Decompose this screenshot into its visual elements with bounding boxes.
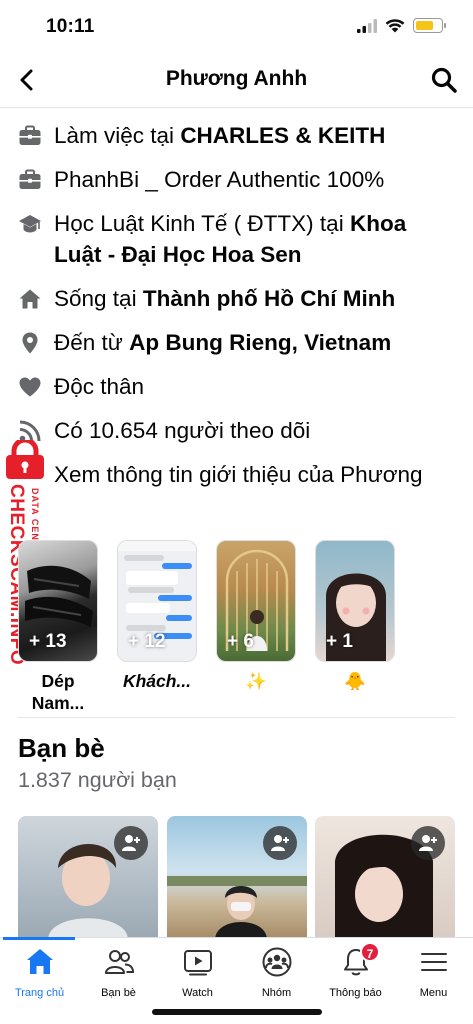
watch-icon xyxy=(183,950,212,976)
education-prefix: Học Luật Kinh Tế ( ĐTTX) tại xyxy=(54,211,350,236)
work-detail-2: PhanhBi _ Order Authentic 100% xyxy=(0,164,473,195)
highlight-label: ✨ xyxy=(245,671,267,691)
friend-card[interactable] xyxy=(315,816,455,940)
highlight-thumbnail[interactable]: + 6 xyxy=(216,540,296,662)
status-time: 10:11 xyxy=(46,16,95,37)
menu-icon xyxy=(420,953,447,971)
tab-groups-label: Nhóm xyxy=(261,987,292,999)
profile-header: Phương Anhh xyxy=(0,52,473,108)
tab-menu-label: Menu xyxy=(419,987,448,999)
status-bar: 10:11 xyxy=(0,0,473,52)
tab-watch[interactable]: Watch xyxy=(158,946,237,999)
tab-watch-label: Watch xyxy=(182,987,213,999)
section-divider xyxy=(18,717,455,718)
work-company[interactable]: CHARLES & KEITH xyxy=(180,123,385,148)
notification-badge: 7 xyxy=(360,942,380,962)
see-about-link[interactable]: Xem thông tin giới thiệu của Phương xyxy=(0,459,473,490)
heart-icon xyxy=(19,377,41,397)
friend-card[interactable] xyxy=(18,816,158,940)
groups-icon xyxy=(262,947,291,977)
highlight-count: + 12 xyxy=(128,631,166,652)
lock-icon xyxy=(6,440,44,479)
hometown-detail: Đến từ Ap Bung Rieng, Vietnam xyxy=(0,327,473,358)
status-icons xyxy=(357,18,446,33)
search-icon[interactable] xyxy=(429,65,459,95)
followers-text: Có 10.654 người theo dõi xyxy=(54,415,310,446)
relationship-text: Độc thân xyxy=(54,371,144,402)
education-detail: Học Luật Kinh Tế ( ĐTTX) tại Khoa Luật -… xyxy=(0,208,473,270)
highlight-item[interactable]: + 1 🐥 xyxy=(315,540,395,692)
see-about-label: Xem thông tin giới thiệu của Phương xyxy=(54,462,423,487)
home-indicator xyxy=(152,1009,322,1015)
friends-section-title: Bạn bè xyxy=(18,733,105,763)
tab-groups[interactable]: Nhóm xyxy=(237,946,316,999)
relationship-label: Độc thân xyxy=(54,374,145,399)
friend-card[interactable] xyxy=(167,816,307,940)
highlight-count: + 13 xyxy=(29,631,67,652)
highlight-item[interactable]: + 12 Khách... xyxy=(117,540,197,692)
residence-text: Sống tại Thành phố Hồ Chí Minh xyxy=(54,283,395,314)
add-friend-button[interactable] xyxy=(114,826,148,860)
tab-friends-label: Bạn bè xyxy=(101,987,136,999)
work-text: Làm việc tại CHARLES & KEITH xyxy=(54,120,385,151)
location-pin-icon xyxy=(22,332,38,354)
hometown-text: Đến từ Ap Bung Rieng, Vietnam xyxy=(54,327,391,358)
battery-level xyxy=(416,21,433,30)
hometown-prefix: Đến từ xyxy=(54,330,130,355)
education-text: Học Luật Kinh Tế ( ĐTTX) tại Khoa Luật -… xyxy=(54,208,459,270)
hometown-place[interactable]: Ap Bung Rieng, Vietnam xyxy=(129,330,391,355)
friends-grid xyxy=(0,816,473,940)
graduation-cap-icon xyxy=(19,215,41,233)
bottom-tab-bar: Trang chủ Bạn bè Watch Nhóm 7 Thông báo … xyxy=(0,937,473,1024)
highlight-item[interactable]: + 13 Dép Nam... xyxy=(18,540,98,714)
work-text-2: PhanhBi _ Order Authentic 100% xyxy=(54,164,384,195)
add-friend-button[interactable] xyxy=(411,826,445,860)
highlight-thumbnail[interactable]: + 13 xyxy=(18,540,98,662)
add-friend-icon xyxy=(122,835,140,851)
highlight-label: Khách... xyxy=(122,671,192,691)
active-tab-indicator xyxy=(3,937,75,940)
briefcase-icon xyxy=(19,125,41,145)
wifi-icon xyxy=(385,19,405,33)
add-friend-icon xyxy=(271,835,289,851)
home-icon xyxy=(19,289,41,309)
relationship-detail: Độc thân xyxy=(0,371,473,402)
highlight-label: Dép Nam... xyxy=(31,671,85,713)
work-2-label: PhanhBi _ Order Authentic 100% xyxy=(54,167,385,192)
add-friend-icon xyxy=(419,835,437,851)
highlight-thumbnail[interactable]: + 12 xyxy=(117,540,197,662)
followers-detail: Có 10.654 người theo dõi xyxy=(0,415,473,446)
tab-home-label: Trang chủ xyxy=(14,987,65,999)
tab-friends[interactable]: Bạn bè xyxy=(79,946,158,999)
highlight-item[interactable]: + 6 ✨ xyxy=(216,540,296,692)
featured-highlights: + 13 Dép Nam... + 12 Khách... + 6 ✨ + 1 … xyxy=(0,540,473,715)
friends-count: 1.837 người bạn xyxy=(18,768,177,792)
highlight-label: 🐥 xyxy=(344,671,366,691)
briefcase-icon xyxy=(19,169,41,189)
residence-city[interactable]: Thành phố Hồ Chí Minh xyxy=(143,286,395,311)
tab-home[interactable]: Trang chủ xyxy=(0,946,79,999)
residence-detail: Sống tại Thành phố Hồ Chí Minh xyxy=(0,283,473,314)
see-about-text[interactable]: Xem thông tin giới thiệu của Phương xyxy=(54,459,423,490)
residence-prefix: Sống tại xyxy=(54,286,143,311)
intro-details: Làm việc tại CHARLES & KEITH PhanhBi _ O… xyxy=(0,120,473,503)
tab-notifications[interactable]: 7 Thông báo xyxy=(316,942,395,999)
tab-notifications-label: Thông báo xyxy=(329,987,382,999)
add-friend-button[interactable] xyxy=(263,826,297,860)
home-icon xyxy=(26,949,53,974)
highlight-count: + 1 xyxy=(326,631,353,652)
battery-icon xyxy=(413,18,446,33)
highlight-count: + 6 xyxy=(227,631,254,652)
work-prefix: Làm việc tại xyxy=(54,123,181,148)
signal-icon xyxy=(357,18,377,33)
friends-icon xyxy=(104,950,134,974)
tab-menu[interactable]: Menu xyxy=(394,946,473,999)
page-title: Phương Anhh xyxy=(165,67,308,90)
work-detail: Làm việc tại CHARLES & KEITH xyxy=(0,120,473,151)
highlight-thumbnail[interactable]: + 1 xyxy=(315,540,395,662)
followers-label: Có 10.654 người theo dõi xyxy=(54,418,311,443)
